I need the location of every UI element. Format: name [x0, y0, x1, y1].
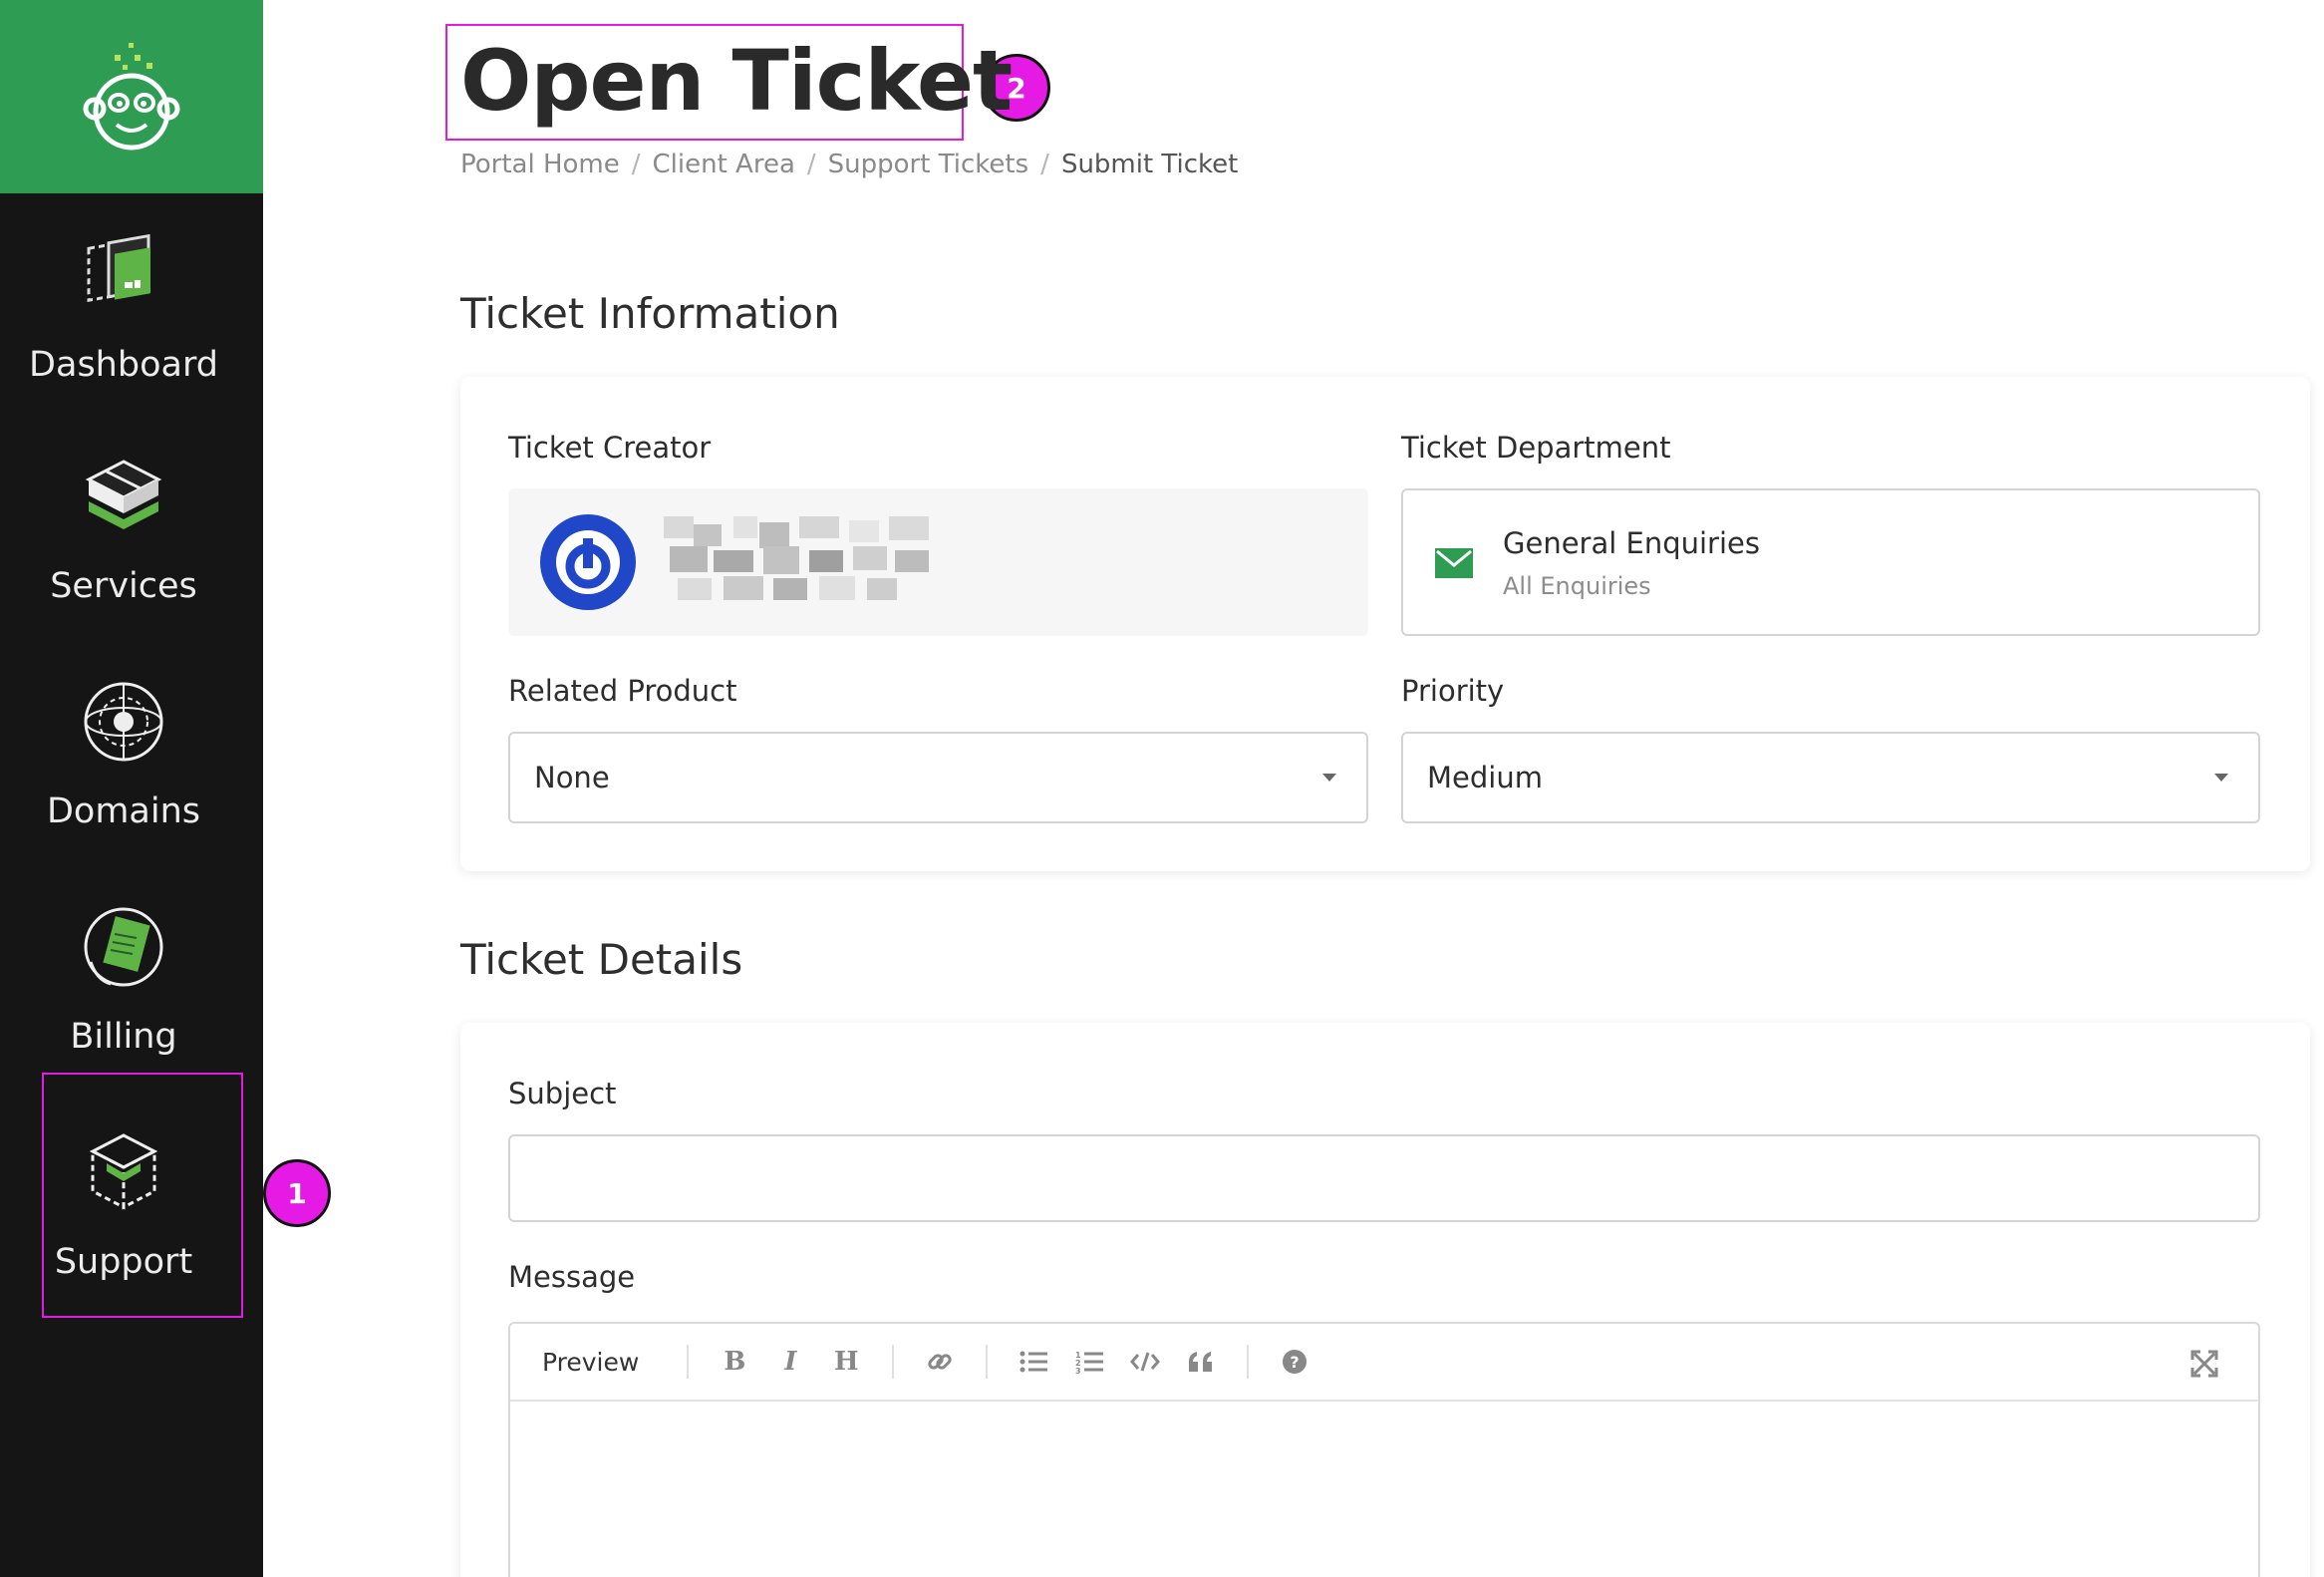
globe-icon	[74, 672, 173, 772]
message-textarea[interactable]	[510, 1402, 2258, 1577]
svg-text:3: 3	[1075, 1367, 1081, 1374]
subject-label: Subject	[508, 1077, 617, 1110]
bold-icon[interactable]: B	[715, 1342, 754, 1382]
toolbar-divider	[986, 1345, 989, 1379]
dashboard-icon	[74, 225, 173, 325]
page-title: Open Ticket	[460, 32, 1013, 130]
italic-icon[interactable]: I	[770, 1342, 810, 1382]
sidebar: Dashboard Services Domains Billing Suppo…	[0, 0, 263, 1577]
help-icon[interactable]: ?	[1275, 1342, 1314, 1382]
bullet-list-icon[interactable]	[1014, 1342, 1053, 1382]
priority-label: Priority	[1401, 674, 1505, 708]
annotation-badge-1: 1	[263, 1159, 331, 1227]
breadcrumb-separator: /	[806, 150, 816, 179]
sidebar-item-billing[interactable]: Billing	[0, 897, 247, 1057]
toolbar-divider	[687, 1345, 690, 1379]
related-product-value: None	[534, 761, 610, 794]
ticket-creator-box	[508, 488, 1368, 636]
quote-icon[interactable]	[1181, 1342, 1221, 1382]
ticket-details-title: Ticket Details	[460, 935, 743, 984]
subject-input[interactable]	[508, 1134, 2260, 1222]
breadcrumb-submit-ticket: Submit Ticket	[1060, 150, 1239, 179]
sidebar-item-services[interactable]: Services	[0, 447, 247, 606]
editor-toolbar: Preview B I H 123 ?	[510, 1324, 2258, 1402]
department-name: General Enquiries	[1503, 526, 1760, 560]
breadcrumb-separator: /	[1040, 150, 1049, 179]
fullscreen-icon[interactable]	[2184, 1344, 2224, 1384]
monkey-logo-icon	[83, 43, 180, 151]
preview-button[interactable]: Preview	[542, 1348, 639, 1377]
department-subtitle: All Enquiries	[1503, 572, 1651, 600]
services-box-icon	[74, 447, 173, 546]
sidebar-item-label: Services	[50, 566, 197, 606]
ticket-information-title: Ticket Information	[460, 289, 840, 338]
ticket-department-label: Ticket Department	[1401, 431, 1671, 465]
breadcrumb-support-tickets[interactable]: Support Tickets	[828, 150, 1029, 179]
related-product-select[interactable]: None	[508, 732, 1368, 823]
breadcrumb: Portal Home / Client Area / Support Tick…	[460, 150, 1238, 179]
numbered-list-icon[interactable]: 123	[1069, 1342, 1109, 1382]
priority-select[interactable]: Medium	[1401, 732, 2260, 823]
breadcrumb-portal-home[interactable]: Portal Home	[460, 150, 620, 179]
chevron-down-icon	[2214, 774, 2228, 782]
chevron-down-icon	[1322, 774, 1336, 782]
sidebar-item-label: Domains	[46, 791, 201, 831]
toolbar-divider	[892, 1345, 895, 1379]
sidebar-item-label: Dashboard	[29, 345, 218, 385]
link-icon[interactable]	[920, 1342, 960, 1382]
ticket-creator-label: Ticket Creator	[508, 431, 712, 465]
highlight-box-support	[42, 1073, 243, 1318]
breadcrumb-client-area[interactable]: Client Area	[653, 150, 795, 179]
svg-text:?: ?	[1291, 1353, 1300, 1372]
sidebar-item-dashboard[interactable]: Dashboard	[0, 225, 247, 385]
logo[interactable]	[0, 0, 263, 193]
breadcrumb-separator: /	[631, 150, 641, 179]
envelope-icon	[1435, 548, 1473, 578]
heading-icon[interactable]: H	[826, 1342, 866, 1382]
redacted-username	[664, 516, 947, 606]
code-icon[interactable]	[1125, 1342, 1165, 1382]
priority-value: Medium	[1427, 761, 1543, 794]
sidebar-item-domains[interactable]: Domains	[0, 672, 247, 831]
message-editor[interactable]: Preview B I H 123 ?	[508, 1322, 2260, 1577]
avatar	[540, 514, 636, 610]
ticket-department-box[interactable]: General Enquiries All Enquiries	[1401, 488, 2260, 636]
sidebar-item-label: Billing	[70, 1017, 177, 1057]
toolbar-divider	[1247, 1345, 1250, 1379]
related-product-label: Related Product	[508, 674, 737, 708]
message-label: Message	[508, 1260, 636, 1294]
billing-document-icon	[74, 897, 173, 997]
